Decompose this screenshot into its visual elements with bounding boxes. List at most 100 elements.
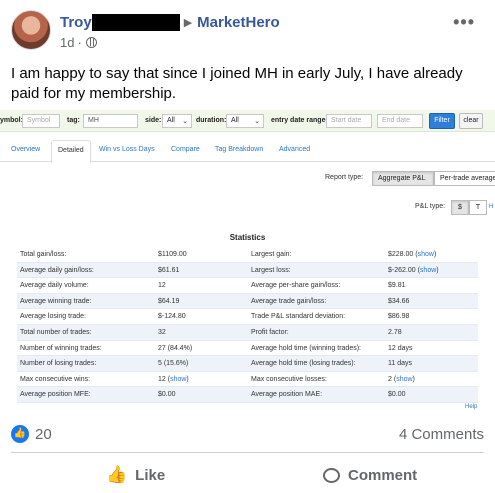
paren: )	[412, 375, 415, 383]
stat-value-text: $1109.00	[158, 251, 187, 258]
clear-button[interactable]: clear	[459, 113, 483, 129]
reaction-count: 20	[35, 425, 52, 443]
stat-value: $-262.00 (show)	[388, 267, 439, 274]
stat-value: $228.00 (show)	[388, 251, 436, 258]
tab-overview[interactable]: Overview	[11, 146, 40, 153]
ellipsis-icon[interactable]: •••	[453, 12, 475, 33]
stat-value: 5 (15.6%)	[158, 360, 188, 367]
stat-label: Max consecutive losses:	[251, 376, 327, 383]
dollar-button[interactable]: $	[451, 200, 469, 215]
statistics-title: Statistics	[229, 233, 266, 242]
stat-value: 12	[158, 282, 166, 289]
tab-tag-breakdown[interactable]: Tag Breakdown	[215, 146, 263, 153]
symbol-input[interactable]: Symbol	[22, 114, 60, 128]
stat-value-text: $0.00	[388, 391, 406, 399]
end-date-input[interactable]: End date	[377, 114, 423, 128]
stat-value-text: 12	[158, 282, 166, 290]
stat-label-text: Average winning trade:	[20, 297, 92, 305]
stat-value: 32	[158, 329, 166, 336]
stat-value: $0.00	[388, 391, 406, 398]
symbol-label: ymbol:	[0, 117, 23, 124]
tab-detailed[interactable]: Detailed	[51, 140, 91, 163]
like-button[interactable]: 👍 Like	[106, 464, 165, 486]
tab-win-vs-loss-days[interactable]: Win vs Loss Days	[99, 146, 155, 153]
tag-input[interactable]: MH	[83, 114, 138, 128]
stat-value-text: 2.78	[388, 328, 402, 336]
post-time[interactable]: 1d	[60, 35, 74, 50]
stat-label: Average daily volume:	[20, 282, 89, 289]
author-line: Troy ▶ MarketHero	[60, 14, 280, 31]
duration-select[interactable]: All ⌄	[226, 114, 264, 128]
post-image[interactable]: ymbol: Symbol tag: MH side: All ⌄ duratio…	[0, 108, 495, 412]
stat-value-text: $64.19	[158, 297, 180, 305]
stat-label: Average losing trade:	[20, 313, 86, 320]
paren: )	[433, 251, 437, 258]
stat-value: $0.00	[158, 391, 176, 398]
stat-label-text: Average losing trade:	[20, 313, 87, 321]
side-select[interactable]: All ⌄	[162, 114, 192, 128]
tab-advanced[interactable]: Advanced	[279, 146, 310, 153]
table-row: Total number of trades: 32 Profit factor: 2…	[17, 324, 478, 341]
stat-label-text: Average per-share gain/loss:	[251, 282, 341, 290]
stat-label-text: Max consecutive wins:	[20, 375, 91, 383]
tab-compare[interactable]: Compare	[171, 146, 200, 153]
show-link[interactable]: show	[418, 251, 434, 258]
aggregate-pl-button[interactable]: Aggregate P&L	[372, 171, 434, 186]
table-row: Average losing trade: $-124.80 Trade P&L s…	[17, 309, 478, 325]
author-avatar[interactable]	[11, 10, 51, 50]
stat-value-text: $-124.80	[158, 313, 186, 321]
stat-label: Average position MAE:	[251, 391, 322, 398]
start-date-input[interactable]: Start date	[326, 114, 372, 128]
t-button[interactable]: T	[469, 200, 487, 215]
filter-button[interactable]: Filter	[429, 113, 455, 129]
post-text: I am happy to say that since I joined MH…	[11, 65, 463, 102]
stat-value: 12 days	[388, 345, 413, 352]
stat-value: $1109.00	[158, 251, 187, 258]
comments-count[interactable]: 4 Comments	[399, 426, 484, 443]
table-row: Max consecutive wins: 12 (show) Max consec…	[17, 372, 478, 388]
stat-label-text: Average hold time (winning trades):	[251, 344, 361, 352]
reactions-summary[interactable]: 👍 20	[11, 424, 52, 444]
stat-value-text: 11 days	[388, 360, 412, 368]
globe-icon	[85, 37, 97, 48]
stat-label: Trade P&L standard deviation:	[251, 313, 345, 320]
stat-value: 11 days	[388, 360, 412, 367]
arrow-right-icon: ▶	[183, 17, 193, 29]
stat-value: $34.66	[388, 298, 409, 305]
stat-label: Average per-share gain/loss:	[251, 282, 340, 289]
stat-value: $64.19	[158, 298, 179, 305]
stat-label-text: Average daily gain/loss:	[20, 266, 94, 274]
stat-value: $9.81	[388, 282, 406, 289]
show-link[interactable]: show	[396, 376, 412, 383]
duration-label: duration:	[196, 117, 227, 124]
stat-value-text: $61.61	[158, 266, 180, 274]
group-name[interactable]: MarketHero	[197, 14, 280, 31]
stat-label-text: Number of losing trades:	[20, 360, 97, 368]
statistics-table: Total gain/loss: $1109.00 Largest gain: $22…	[17, 247, 478, 403]
stat-label-text: Average trade gain/loss:	[251, 297, 327, 305]
stat-value: 27 (84.4%)	[158, 345, 192, 352]
chevron-down-icon: ⌄	[182, 118, 188, 125]
entry-date-label: entry date range:	[271, 117, 328, 124]
comment-button[interactable]: Comment	[323, 464, 417, 486]
stat-label-text: Largest gain:	[251, 251, 292, 258]
h-link[interactable]: H	[489, 204, 493, 210]
chevron-down-icon: ⌄	[254, 118, 260, 125]
stat-value: $61.61	[158, 267, 179, 274]
stat-label: Largest gain:	[251, 251, 291, 258]
show-link[interactable]: show	[170, 376, 186, 383]
stat-label: Average trade gain/loss:	[251, 298, 326, 305]
per-trade-average-button[interactable]: Per-trade average	[434, 171, 495, 186]
stat-label: Average position MFE:	[20, 391, 91, 398]
paren: )	[186, 375, 189, 383]
stat-value: 2.78	[388, 329, 402, 336]
stat-value-text: $34.66	[388, 297, 410, 305]
help-link[interactable]: Help	[465, 404, 477, 410]
stat-label-text: Average position MAE:	[251, 391, 323, 399]
author-name[interactable]: Troy	[60, 14, 92, 31]
side-value: All	[167, 117, 175, 124]
stat-label: Average hold time (losing trades):	[251, 360, 356, 367]
stat-value: 2 (show)	[388, 376, 415, 383]
facebook-post: Troy ▶ MarketHero 1d · ••• I am happy to…	[0, 0, 495, 493]
show-link[interactable]: show	[420, 267, 436, 274]
